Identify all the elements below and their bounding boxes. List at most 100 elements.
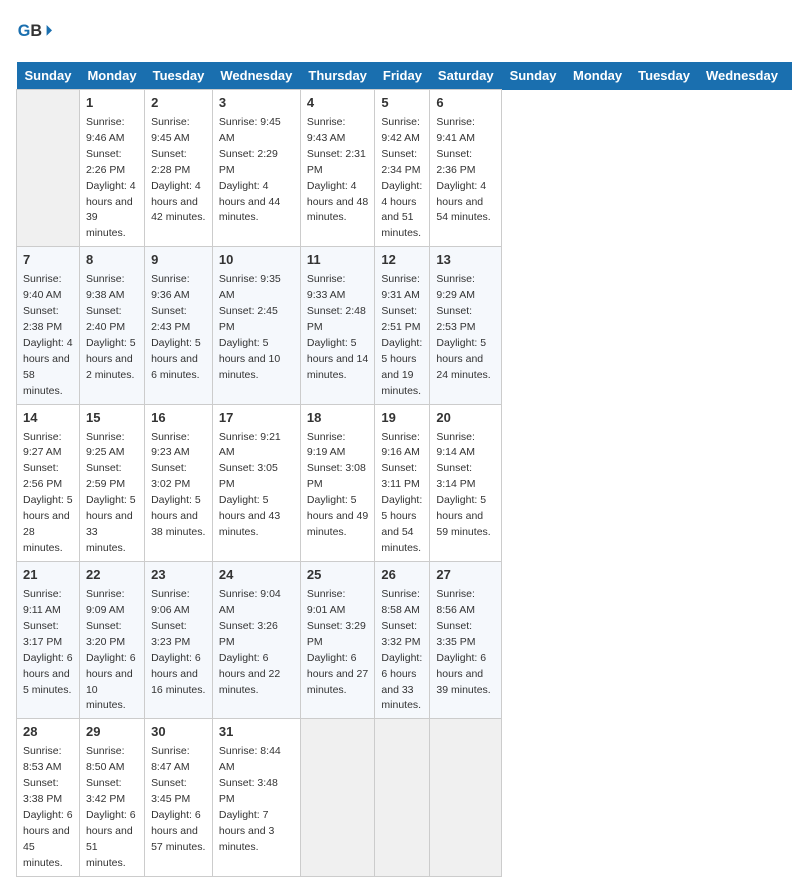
day-info: Sunrise: 9:23 AM Sunset: 3:02 PM Dayligh… [151, 431, 205, 539]
svg-text:B: B [30, 22, 42, 40]
day-number: 8 [86, 251, 138, 270]
day-info: Sunrise: 9:35 AM Sunset: 2:45 PM Dayligh… [219, 273, 281, 381]
day-number: 20 [436, 409, 495, 428]
day-number: 22 [86, 566, 138, 585]
day-info: Sunrise: 8:44 AM Sunset: 3:48 PM Dayligh… [219, 745, 281, 853]
day-cell: 24 Sunrise: 9:04 AM Sunset: 3:26 PM Dayli… [212, 562, 300, 719]
day-info: Sunrise: 9:29 AM Sunset: 2:53 PM Dayligh… [436, 273, 490, 381]
day-cell: 3 Sunrise: 9:45 AM Sunset: 2:29 PM Daylig… [212, 90, 300, 247]
day-info: Sunrise: 9:27 AM Sunset: 2:56 PM Dayligh… [23, 431, 73, 555]
day-info: Sunrise: 9:38 AM Sunset: 2:40 PM Dayligh… [86, 273, 136, 381]
day-cell: 17 Sunrise: 9:21 AM Sunset: 3:05 PM Dayli… [212, 404, 300, 561]
day-info: Sunrise: 8:50 AM Sunset: 3:42 PM Dayligh… [86, 745, 136, 869]
day-info: Sunrise: 9:36 AM Sunset: 2:43 PM Dayligh… [151, 273, 201, 381]
col-header-sunday: Sunday [502, 62, 565, 90]
day-number: 19 [381, 409, 423, 428]
day-info: Sunrise: 9:43 AM Sunset: 2:31 PM Dayligh… [307, 116, 368, 224]
day-number: 24 [219, 566, 294, 585]
day-cell: 30 Sunrise: 8:47 AM Sunset: 3:45 PM Dayli… [145, 719, 213, 876]
day-cell: 1 Sunrise: 9:46 AM Sunset: 2:26 PM Daylig… [79, 90, 144, 247]
day-number: 6 [436, 94, 495, 113]
col-header-saturday: Saturday [430, 62, 502, 90]
day-info: Sunrise: 9:19 AM Sunset: 3:08 PM Dayligh… [307, 431, 368, 539]
day-info: Sunrise: 9:21 AM Sunset: 3:05 PM Dayligh… [219, 431, 281, 539]
col-header-sunday: Sunday [17, 62, 80, 90]
day-number: 28 [23, 723, 73, 742]
logo-icon: G B [16, 16, 52, 52]
col-header-wednesday: Wednesday [212, 62, 300, 90]
day-cell: 12 Sunrise: 9:31 AM Sunset: 2:51 PM Dayli… [375, 247, 430, 404]
day-number: 30 [151, 723, 206, 742]
day-cell: 28 Sunrise: 8:53 AM Sunset: 3:38 PM Dayli… [17, 719, 80, 876]
day-number: 25 [307, 566, 369, 585]
week-row-5: 28 Sunrise: 8:53 AM Sunset: 3:38 PM Dayli… [17, 719, 792, 876]
day-info: Sunrise: 9:41 AM Sunset: 2:36 PM Dayligh… [436, 116, 490, 224]
col-header-thursday: Thursday [300, 62, 375, 90]
day-cell: 7Sunrise: 9:40 AM Sunset: 2:38 PM Daylig… [17, 247, 80, 404]
day-number: 1 [86, 94, 138, 113]
day-info: Sunrise: 9:06 AM Sunset: 3:23 PM Dayligh… [151, 588, 205, 696]
day-cell: 8 Sunrise: 9:38 AM Sunset: 2:40 PM Daylig… [79, 247, 144, 404]
calendar-table: SundayMondayTuesdayWednesdayThursdayFrid… [16, 62, 792, 877]
day-info: Sunrise: 9:45 AM Sunset: 2:29 PM Dayligh… [219, 116, 281, 224]
week-row-4: 21 Sunrise: 9:11 AM Sunset: 3:17 PM Dayli… [17, 562, 792, 719]
day-info: Sunrise: 9:31 AM Sunset: 2:51 PM Dayligh… [381, 273, 422, 397]
col-header-monday: Monday [79, 62, 144, 90]
day-number: 16 [151, 409, 206, 428]
day-cell: 13 Sunrise: 9:29 AM Sunset: 2:53 PM Dayli… [430, 247, 502, 404]
col-header-wednesday: Wednesday [698, 62, 786, 90]
day-info: Sunrise: 9:11 AM Sunset: 3:17 PM Dayligh… [23, 588, 73, 696]
day-cell: 19 Sunrise: 9:16 AM Sunset: 3:11 PM Dayli… [375, 404, 430, 561]
day-number: 12 [381, 251, 423, 270]
day-info: Sunrise: 9:46 AM Sunset: 2:26 PM Dayligh… [86, 116, 136, 240]
day-cell: 22 Sunrise: 9:09 AM Sunset: 3:20 PM Dayli… [79, 562, 144, 719]
page-header: G B [16, 16, 776, 52]
day-info: Sunrise: 9:16 AM Sunset: 3:11 PM Dayligh… [381, 431, 422, 555]
day-info: Sunrise: 8:53 AM Sunset: 3:38 PM Dayligh… [23, 745, 73, 869]
week-row-3: 14Sunrise: 9:27 AM Sunset: 2:56 PM Dayli… [17, 404, 792, 561]
day-number: 9 [151, 251, 206, 270]
week-row-2: 7Sunrise: 9:40 AM Sunset: 2:38 PM Daylig… [17, 247, 792, 404]
day-number: 5 [381, 94, 423, 113]
day-number: 4 [307, 94, 369, 113]
day-info: Sunrise: 9:14 AM Sunset: 3:14 PM Dayligh… [436, 431, 490, 539]
day-number: 11 [307, 251, 369, 270]
day-number: 15 [86, 409, 138, 428]
day-cell [300, 719, 375, 876]
day-cell: 29 Sunrise: 8:50 AM Sunset: 3:42 PM Dayli… [79, 719, 144, 876]
day-cell: 10 Sunrise: 9:35 AM Sunset: 2:45 PM Dayli… [212, 247, 300, 404]
col-header-tuesday: Tuesday [145, 62, 213, 90]
day-number: 3 [219, 94, 294, 113]
day-cell: 20 Sunrise: 9:14 AM Sunset: 3:14 PM Dayli… [430, 404, 502, 561]
day-number: 10 [219, 251, 294, 270]
day-cell: 6 Sunrise: 9:41 AM Sunset: 2:36 PM Daylig… [430, 90, 502, 247]
logo: G B [16, 16, 56, 52]
col-header-friday: Friday [375, 62, 430, 90]
day-number: 17 [219, 409, 294, 428]
day-cell: 27Sunrise: 8:56 AM Sunset: 3:35 PM Dayli… [430, 562, 502, 719]
day-number: 31 [219, 723, 294, 742]
day-number: 29 [86, 723, 138, 742]
col-header-thursday: Thursday [786, 62, 792, 90]
day-info: Sunrise: 9:09 AM Sunset: 3:20 PM Dayligh… [86, 588, 136, 712]
day-info: Sunrise: 9:04 AM Sunset: 3:26 PM Dayligh… [219, 588, 281, 696]
day-info: Sunrise: 9:42 AM Sunset: 2:34 PM Dayligh… [381, 116, 422, 240]
day-cell: 4 Sunrise: 9:43 AM Sunset: 2:31 PM Daylig… [300, 90, 375, 247]
week-row-1: 1 Sunrise: 9:46 AM Sunset: 2:26 PM Daylig… [17, 90, 792, 247]
day-cell [375, 719, 430, 876]
day-number: 21 [23, 566, 73, 585]
day-number: 26 [381, 566, 423, 585]
day-number: 23 [151, 566, 206, 585]
day-cell: 2Sunrise: 9:45 AM Sunset: 2:28 PM Daylig… [145, 90, 213, 247]
header-row: SundayMondayTuesdayWednesdayThursdayFrid… [17, 62, 792, 90]
day-info: Sunrise: 9:25 AM Sunset: 2:59 PM Dayligh… [86, 431, 136, 555]
day-info: Sunrise: 9:40 AM Sunset: 2:38 PM Dayligh… [23, 273, 73, 397]
day-cell: 25 Sunrise: 9:01 AM Sunset: 3:29 PM Dayli… [300, 562, 375, 719]
day-info: Sunrise: 8:47 AM Sunset: 3:45 PM Dayligh… [151, 745, 205, 853]
day-cell: 31 Sunrise: 8:44 AM Sunset: 3:48 PM Dayli… [212, 719, 300, 876]
day-info: Sunrise: 8:56 AM Sunset: 3:35 PM Dayligh… [436, 588, 490, 696]
day-number: 18 [307, 409, 369, 428]
day-cell: 18 Sunrise: 9:19 AM Sunset: 3:08 PM Dayli… [300, 404, 375, 561]
day-info: Sunrise: 9:01 AM Sunset: 3:29 PM Dayligh… [307, 588, 368, 696]
day-number: 13 [436, 251, 495, 270]
